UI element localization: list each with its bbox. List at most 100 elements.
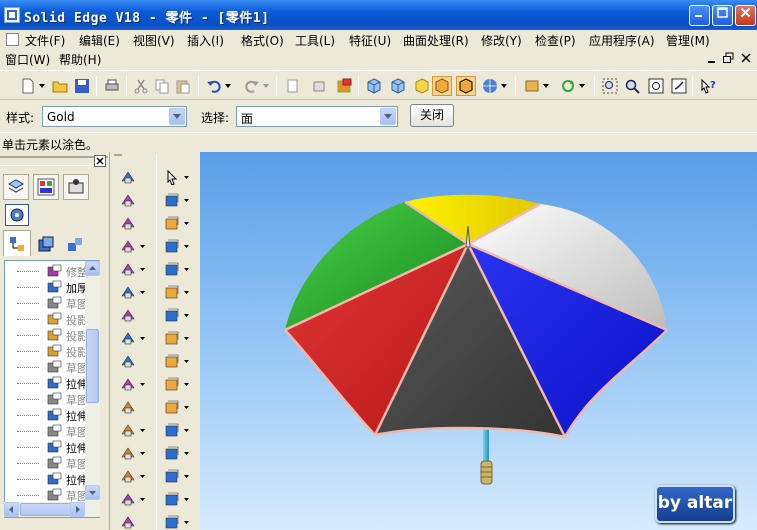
- tree-item[interactable]: 拉伸: [5, 375, 88, 391]
- menu-applications[interactable]: 应用程序(A): [589, 32, 655, 49]
- redo-dropdown-icon[interactable]: [262, 76, 270, 96]
- pattern-icon[interactable]: [118, 490, 138, 508]
- layers-tab-icon[interactable]: [3, 174, 29, 200]
- tree-item[interactable]: 草图: [5, 487, 88, 503]
- thin-wall-icon[interactable]: [118, 375, 138, 393]
- mirror-icon[interactable]: [118, 513, 138, 530]
- command-dropdown-icon[interactable]: [182, 329, 190, 347]
- redo-icon[interactable]: [242, 76, 262, 96]
- protrusion-icon[interactable]: [118, 168, 138, 186]
- command-dropdown-icon[interactable]: [182, 260, 190, 278]
- hscroll-thumb[interactable]: [20, 503, 72, 516]
- cutout-icon[interactable]: [118, 214, 138, 232]
- split-icon[interactable]: [162, 375, 182, 393]
- panel-close-icon[interactable]: [94, 155, 106, 167]
- undo-dropdown-icon[interactable]: [224, 76, 232, 96]
- menu-insert[interactable]: 插入(I): [187, 32, 224, 49]
- menu-features[interactable]: 特征(U): [349, 32, 391, 49]
- maximize-button[interactable]: [712, 5, 733, 26]
- mdi-minimize-icon[interactable]: [705, 52, 719, 65]
- tree-item[interactable]: 修整: [5, 263, 88, 279]
- zoom-icon[interactable]: [622, 76, 642, 96]
- paste-icon[interactable]: [173, 76, 193, 96]
- close-command-button[interactable]: 关闭: [410, 104, 454, 127]
- hole-icon[interactable]: [118, 260, 138, 278]
- command-dropdown-icon[interactable]: [182, 237, 190, 255]
- document-menu-icon[interactable]: [6, 33, 19, 46]
- library-tab-icon[interactable]: [33, 174, 59, 200]
- mdi-restore-icon[interactable]: [722, 52, 736, 65]
- tree-horizontal-scrollbar[interactable]: [4, 502, 100, 517]
- bluesurf-icon[interactable]: [162, 283, 182, 301]
- command-dropdown-icon[interactable]: [182, 352, 190, 370]
- umbrella-model[interactable]: [200, 152, 757, 530]
- menu-surfacing[interactable]: 曲面处理(R): [403, 32, 469, 49]
- command-dropdown-icon[interactable]: [138, 237, 146, 255]
- command-dropdown-icon[interactable]: [182, 444, 190, 462]
- command-dropdown-icon[interactable]: [182, 191, 190, 209]
- command-dropdown-icon[interactable]: [182, 398, 190, 416]
- command-dropdown-icon[interactable]: [182, 513, 190, 530]
- feature-pathfinder-tab-icon[interactable]: [3, 230, 31, 256]
- command-dropdown-icon[interactable]: [182, 490, 190, 508]
- revolved-cutout-icon[interactable]: [118, 237, 138, 255]
- command-dropdown-icon[interactable]: [138, 490, 146, 508]
- command-dropdown-icon[interactable]: [138, 421, 146, 439]
- command-dropdown-icon[interactable]: [138, 467, 146, 485]
- scroll-down-icon[interactable]: [85, 485, 100, 500]
- command-dropdown-icon[interactable]: [182, 421, 190, 439]
- web-network-icon[interactable]: [118, 421, 138, 439]
- sphere-display-icon[interactable]: [480, 76, 500, 96]
- new-file-icon[interactable]: [18, 76, 38, 96]
- view-dimetric-icon[interactable]: [388, 76, 408, 96]
- select-combobox[interactable]: 面: [236, 106, 398, 127]
- tree-vertical-scrollbar[interactable]: [85, 261, 100, 517]
- command-dropdown-icon[interactable]: [182, 467, 190, 485]
- view-iso-icon[interactable]: [364, 76, 384, 96]
- command-dropdown-icon[interactable]: [138, 260, 146, 278]
- command-dropdown-icon[interactable]: [182, 375, 190, 393]
- mdi-close-icon[interactable]: [739, 52, 753, 65]
- project-curve-icon[interactable]: [162, 490, 182, 508]
- tree-item[interactable]: 拉伸: [5, 407, 88, 423]
- command-dropdown-icon[interactable]: [182, 168, 190, 186]
- menu-help[interactable]: 帮助(H): [59, 51, 101, 68]
- bounded-surface-icon[interactable]: [162, 306, 182, 324]
- command-dropdown-icon[interactable]: [182, 283, 190, 301]
- menu-format[interactable]: 格式(O): [241, 32, 284, 49]
- toolbar-grip[interactable]: [114, 154, 122, 160]
- draft-icon[interactable]: [118, 352, 138, 370]
- rotate-view-icon[interactable]: [558, 76, 578, 96]
- part-tab-icon[interactable]: [33, 232, 59, 256]
- graphics-window[interactable]: [200, 152, 757, 530]
- tree-item[interactable]: 投影: [5, 311, 88, 327]
- keypoint-curve-icon[interactable]: [162, 444, 182, 462]
- open-folder-icon[interactable]: [50, 76, 70, 96]
- command-dropdown-icon[interactable]: [138, 375, 146, 393]
- view-trimetric-icon[interactable]: [412, 76, 432, 96]
- sketch-icon[interactable]: [162, 191, 182, 209]
- style-combobox[interactable]: Gold: [42, 106, 187, 127]
- chevron-down-icon[interactable]: [169, 108, 185, 125]
- command-dropdown-icon[interactable]: [138, 444, 146, 462]
- whats-this-help-icon[interactable]: ?: [698, 76, 718, 96]
- copy-surface-icon[interactable]: [162, 352, 182, 370]
- tree-item[interactable]: 草图: [5, 295, 88, 311]
- command-dropdown-icon[interactable]: [182, 306, 190, 324]
- revolved-surface-icon[interactable]: [162, 237, 182, 255]
- tree-item[interactable]: 草图: [5, 423, 88, 439]
- solid-edge-app-icon[interactable]: [4, 7, 20, 23]
- paste-special-icon[interactable]: [283, 76, 303, 96]
- chamfer-icon[interactable]: [118, 329, 138, 347]
- tree-item[interactable]: 投影: [5, 343, 88, 359]
- new-dropdown-icon[interactable]: [38, 76, 46, 96]
- family-tab-icon[interactable]: [63, 174, 89, 200]
- save-icon[interactable]: [72, 76, 92, 96]
- pan-icon[interactable]: [669, 76, 689, 96]
- menu-file[interactable]: 文件(F): [25, 32, 65, 49]
- zoom-area-icon[interactable]: [600, 76, 620, 96]
- rotate-dropdown-icon[interactable]: [578, 76, 586, 96]
- tree-item[interactable]: 拉伸: [5, 471, 88, 487]
- tree-item[interactable]: 草图: [5, 455, 88, 471]
- menu-view[interactable]: 视图(V): [133, 32, 175, 49]
